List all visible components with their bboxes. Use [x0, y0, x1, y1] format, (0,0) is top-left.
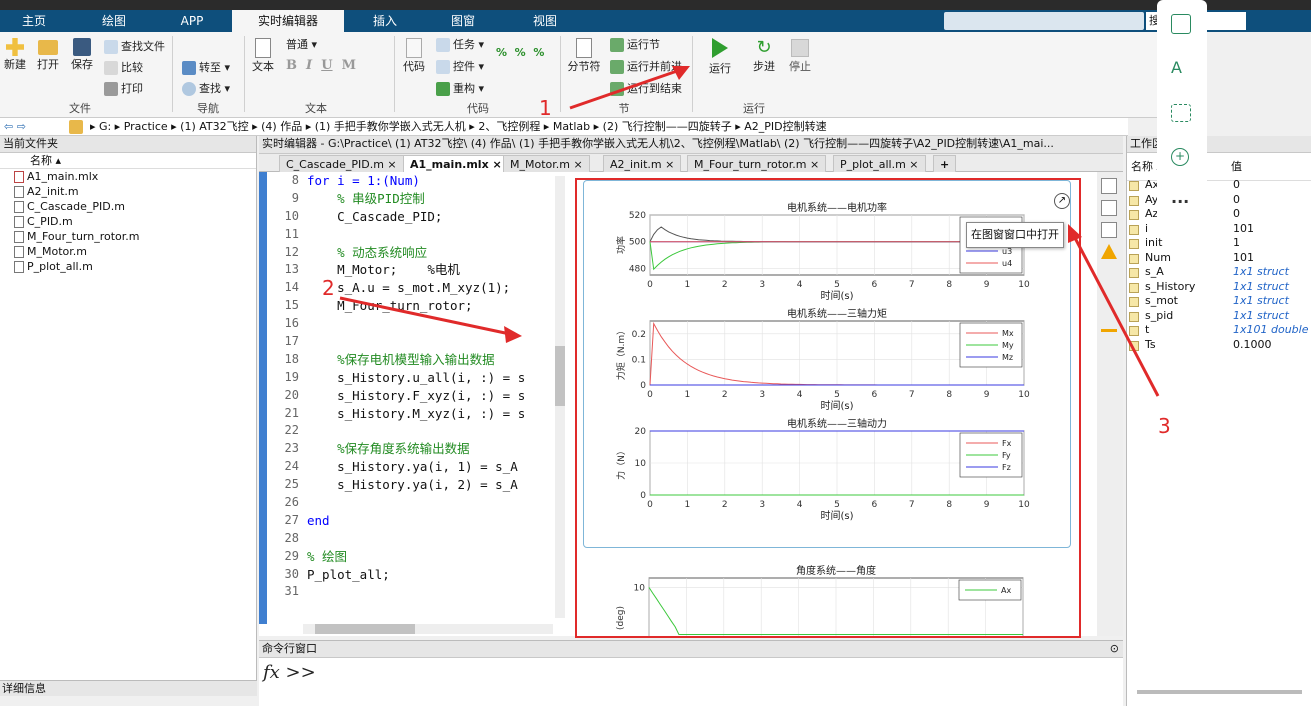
arrow-3	[1072, 235, 1160, 397]
annotation-1: 1	[539, 96, 552, 120]
annotation-2: 2	[322, 276, 335, 300]
annotation-overlay	[339, 66, 1160, 397]
arrow-2	[339, 296, 511, 336]
arrow-2-head	[504, 326, 522, 343]
arrow-1	[569, 68, 681, 110]
annotation-3: 3	[1158, 414, 1171, 438]
